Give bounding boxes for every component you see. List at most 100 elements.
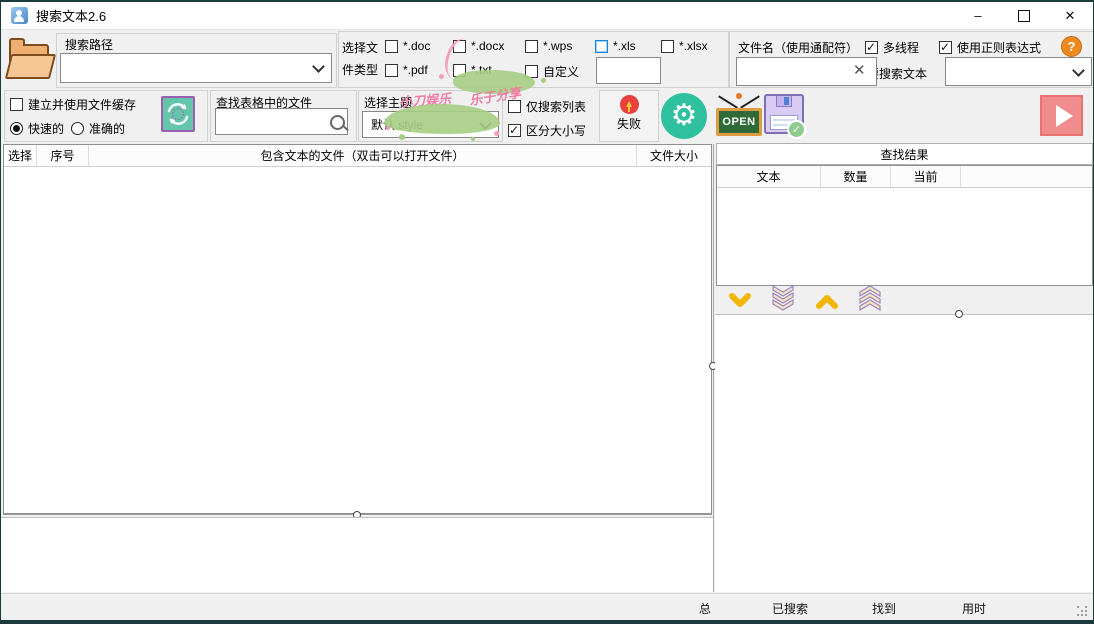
col-index: 序号 <box>37 145 89 166</box>
chevron-down-icon <box>728 293 752 309</box>
col-file: 包含文本的文件（双击可以打开文件） <box>89 145 637 166</box>
accurate-radio[interactable]: 准确的 <box>71 120 125 137</box>
checkbox-box-icon <box>661 40 674 53</box>
multithread-checkbox[interactable]: 多线程 <box>865 39 919 56</box>
filetype-txt-checkbox[interactable]: *.txt <box>453 63 492 77</box>
help-icon[interactable]: ? <box>1061 36 1082 57</box>
custom-extension-input[interactable] <box>596 57 661 84</box>
filetype-xls-checkbox[interactable]: *.xls <box>595 39 636 53</box>
app-icon <box>11 7 28 24</box>
app-window: 搜索文本2.6 – ✕ 搜索路径 选择文 件类型 *.doc *.docx <box>0 0 1094 624</box>
search-path-label: 搜索路径 <box>65 36 113 53</box>
refresh-icon <box>165 101 191 127</box>
regex-checkbox[interactable]: 使用正则表达式 <box>939 39 1041 56</box>
minimize-button[interactable]: – <box>955 2 1001 29</box>
status-total-label: 总 <box>699 600 711 617</box>
close-button[interactable]: ✕ <box>1047 2 1093 29</box>
maximize-icon <box>1018 10 1030 22</box>
theme-value: 默认.style <box>371 116 423 133</box>
status-bar: 总 已搜索 找到 用时 <box>1 593 1093 620</box>
file-type-label-line2: 件类型 <box>342 61 378 78</box>
col-text: 文本 <box>717 166 821 187</box>
col-extra <box>961 166 1092 187</box>
triple-chevron-up-icon <box>858 285 882 311</box>
file-type-label-line1: 选择文 <box>342 39 378 56</box>
filename-label: 文件名（使用通配符） <box>738 39 858 56</box>
results-title: 查找结果 <box>880 146 928 163</box>
radio-circle-icon <box>10 122 23 135</box>
chevron-down-icon <box>1072 64 1085 77</box>
search-text-combobox[interactable] <box>945 57 1092 86</box>
col-count: 数量 <box>821 166 891 187</box>
clear-filename-icon[interactable]: ✕ <box>853 61 866 79</box>
filetype-pdf-checkbox[interactable]: *.pdf <box>385 63 428 77</box>
theme-combobox[interactable]: 默认.style <box>362 111 499 138</box>
splitter-handle[interactable] <box>955 310 963 318</box>
find-in-table-input[interactable] <box>215 108 348 135</box>
play-icon <box>1056 105 1073 127</box>
chevron-down-icon <box>312 60 325 73</box>
settings-button[interactable]: ⚙ <box>661 93 707 139</box>
open-sign-icon: OPEN <box>716 108 762 136</box>
checkbox-box-icon <box>525 65 538 78</box>
bottom-right-panel <box>715 314 1093 592</box>
status-found-label: 找到 <box>872 600 896 617</box>
checkbox-box-icon <box>508 100 521 113</box>
checkbox-box-icon <box>385 40 398 53</box>
title-bar[interactable]: 搜索文本2.6 – ✕ <box>1 2 1093 30</box>
floppy-shutter-icon <box>776 96 792 107</box>
resize-grip[interactable] <box>1077 606 1079 608</box>
checkbox-box-icon <box>508 124 521 137</box>
sign-knob-icon <box>736 93 742 99</box>
maximize-button[interactable] <box>1001 2 1047 29</box>
radio-circle-icon <box>71 122 84 135</box>
checkbox-box-icon <box>453 64 466 77</box>
results-title-bar: 查找结果 <box>716 143 1093 165</box>
fail-icon <box>620 95 639 114</box>
sign-string-icon <box>740 95 760 108</box>
fail-label: 失败 <box>600 115 658 132</box>
start-search-button[interactable] <box>1040 95 1083 136</box>
file-table-body <box>4 167 711 514</box>
filetype-doc-checkbox[interactable]: *.doc <box>385 39 430 53</box>
main-area: 搜索路径 选择文 件类型 *.doc *.docx *.wps *.xls *.… <box>1 30 1093 620</box>
results-table-body <box>717 188 1092 286</box>
checkbox-box-icon <box>10 98 23 111</box>
search-list-only-checkbox[interactable]: 仅搜索列表 <box>508 98 586 115</box>
checkbox-box-icon <box>453 40 466 53</box>
browse-folder-button[interactable] <box>7 36 55 80</box>
filetype-wps-checkbox[interactable]: *.wps <box>525 39 572 53</box>
chevron-up-icon <box>815 293 839 309</box>
search-path-combobox[interactable] <box>60 53 332 83</box>
search-icon <box>330 115 345 130</box>
sign-string-icon <box>718 95 738 108</box>
last-match-button[interactable] <box>767 285 799 311</box>
status-time-label: 用时 <box>962 600 986 617</box>
bottom-left-panel <box>1 517 713 592</box>
prev-match-button[interactable] <box>811 288 843 314</box>
results-table: 文本 数量 当前 <box>716 165 1093 286</box>
checkbox-box-icon <box>525 40 538 53</box>
case-sensitive-checkbox[interactable]: 区分大小写 <box>508 122 586 139</box>
triple-chevron-down-icon <box>771 285 795 311</box>
col-current: 当前 <box>891 166 961 187</box>
filetype-xlsx-checkbox[interactable]: *.xlsx <box>661 39 708 53</box>
checkbox-box-icon <box>865 41 878 54</box>
filetype-docx-checkbox[interactable]: *.docx <box>453 39 504 53</box>
open-file-button[interactable]: OPEN <box>715 93 763 140</box>
fast-radio[interactable]: 快速的 <box>10 120 64 137</box>
next-match-button[interactable] <box>724 288 756 314</box>
file-list-table: 选择 序号 包含文本的文件（双击可以打开文件） 文件大小 <box>3 144 712 514</box>
results-header-row: 文本 数量 当前 <box>717 166 1092 188</box>
theme-label: 选择主题 <box>364 94 412 111</box>
fail-status-button[interactable]: 失败 <box>599 90 659 142</box>
file-table-header-row: 选择 序号 包含文本的文件（双击可以打开文件） 文件大小 <box>4 145 711 167</box>
filetype-custom-checkbox[interactable]: 自定义 <box>525 63 579 80</box>
refresh-button[interactable] <box>161 96 195 132</box>
gear-icon: ⚙ <box>671 101 698 131</box>
col-select: 选择 <box>4 145 37 166</box>
first-match-button[interactable] <box>854 285 886 311</box>
file-cache-checkbox[interactable]: 建立并使用文件缓存 <box>10 96 136 113</box>
checkbox-box-icon <box>595 40 608 53</box>
check-badge-icon: ✓ <box>787 120 806 139</box>
